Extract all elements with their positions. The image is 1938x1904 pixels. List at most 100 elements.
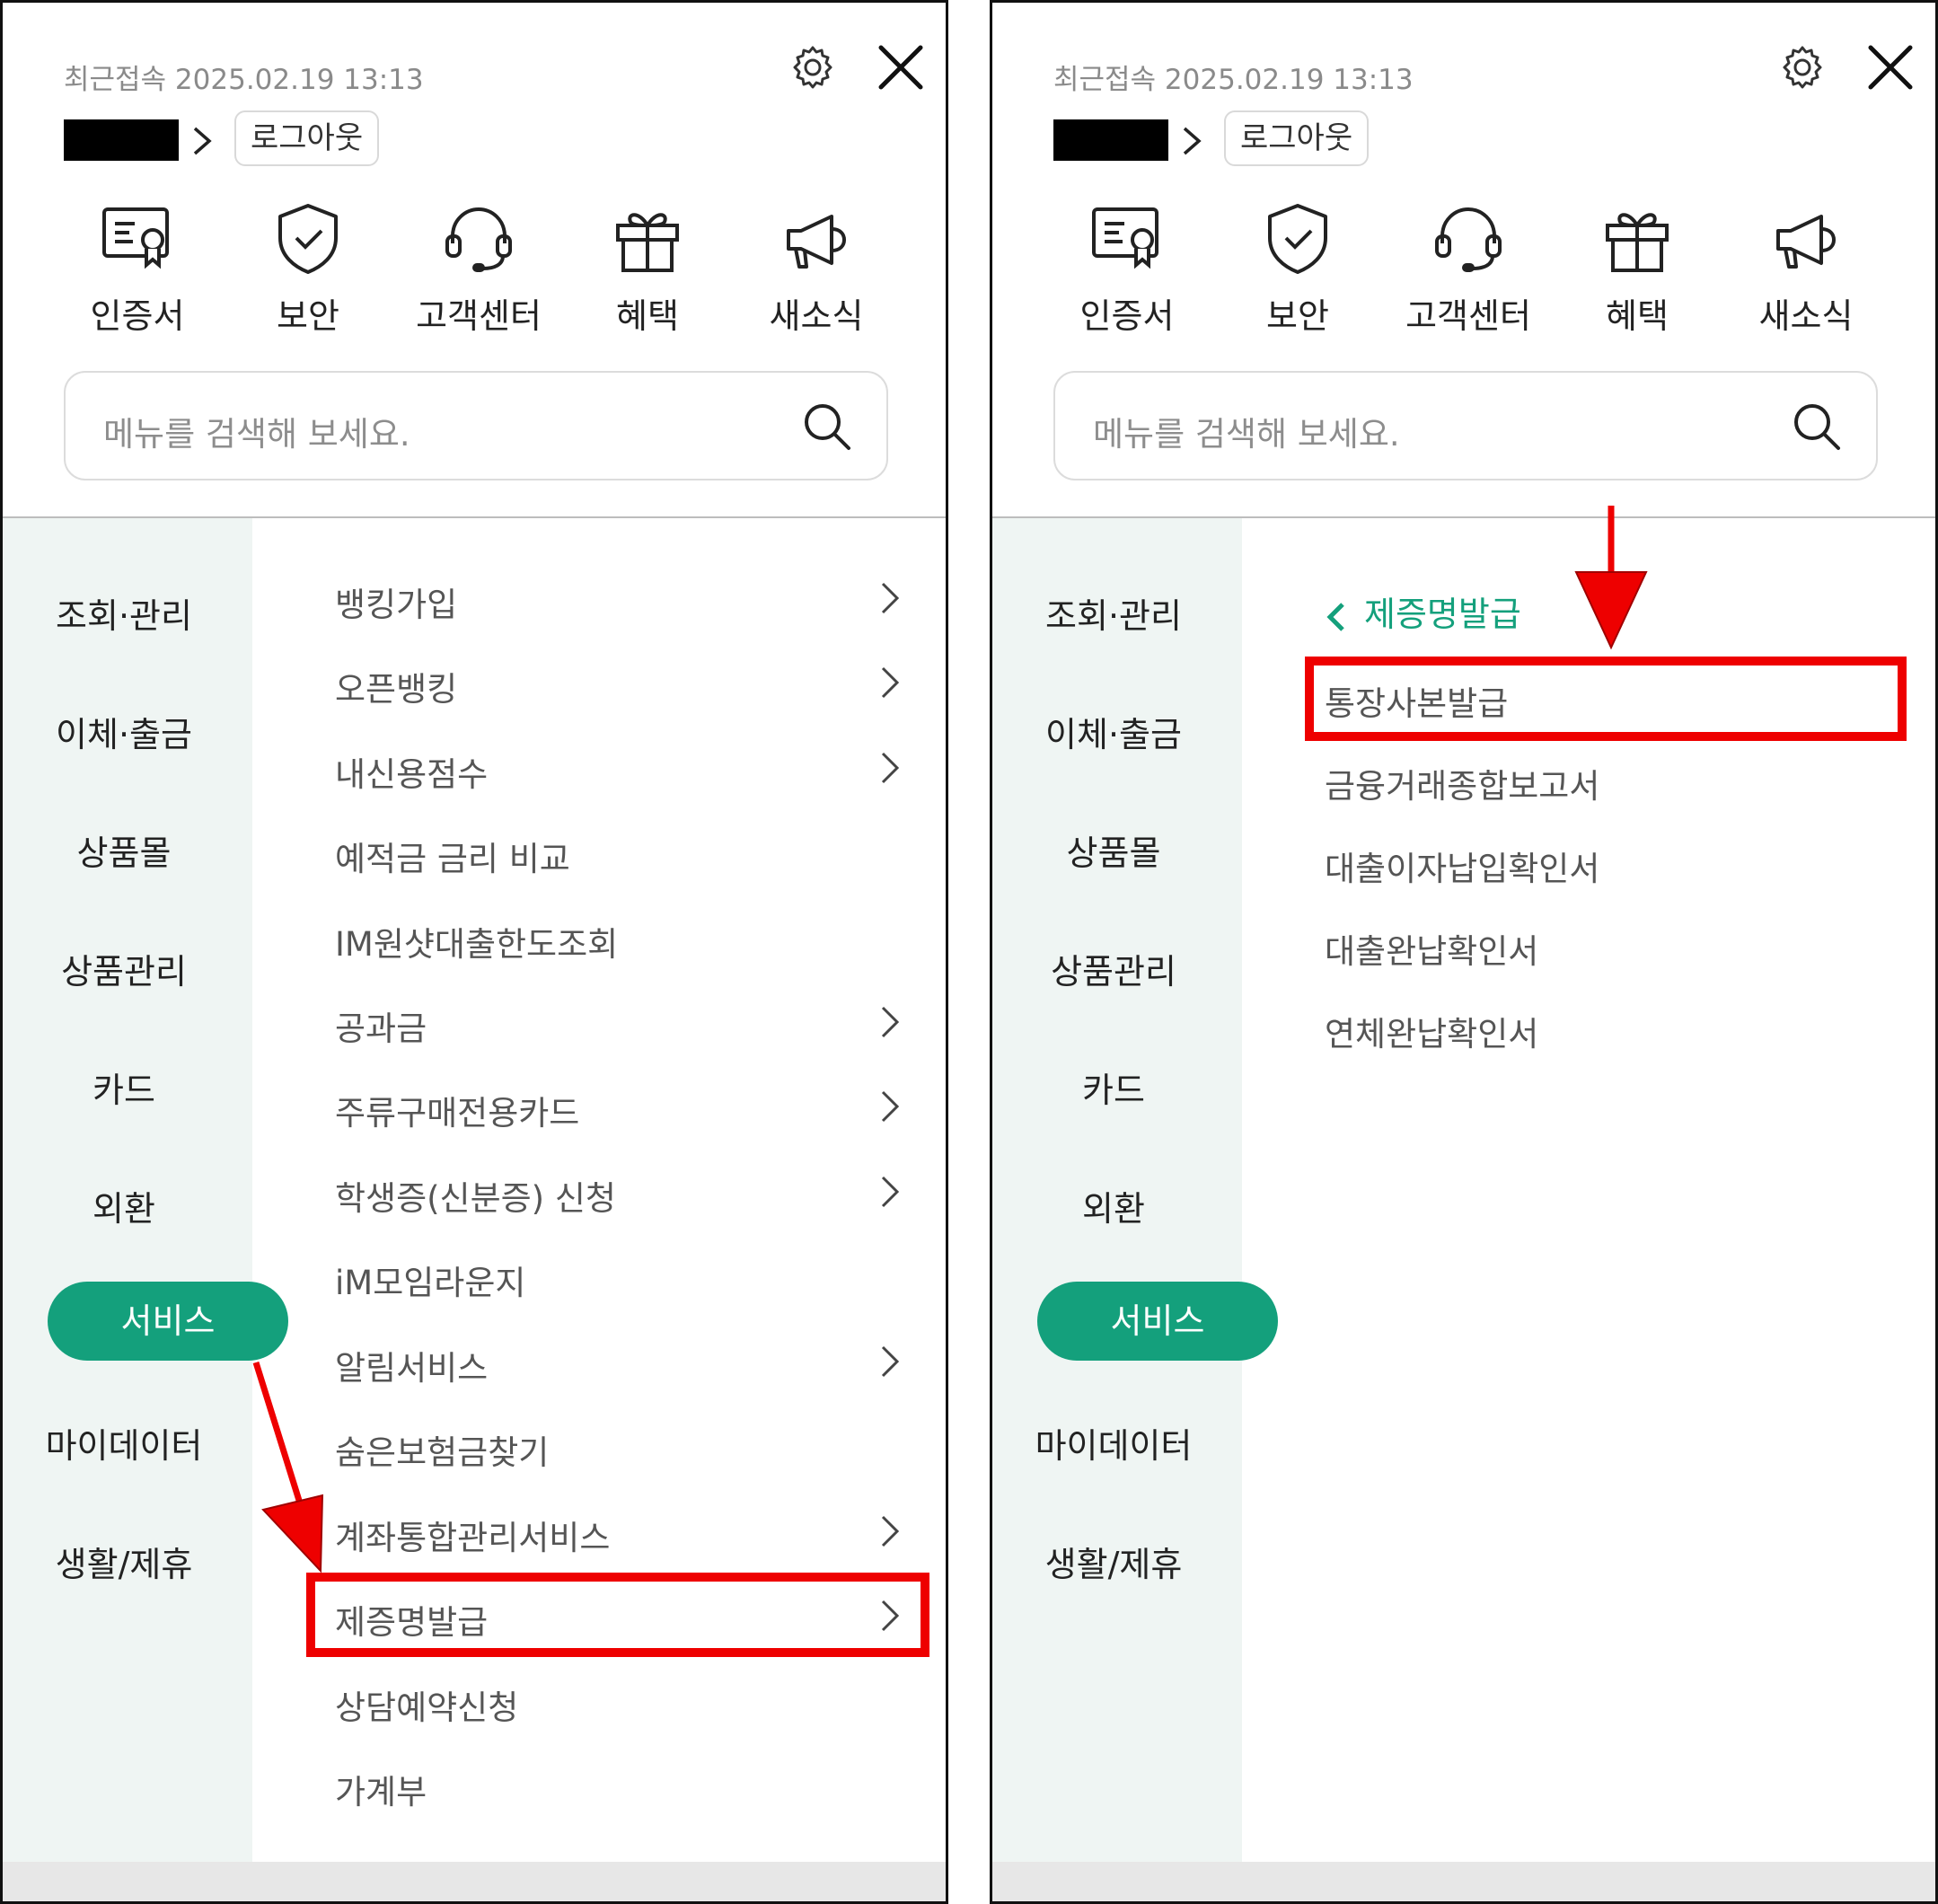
category-item[interactable]: 외환 — [3, 1181, 245, 1230]
certificate-icon — [102, 207, 169, 269]
gear-icon[interactable] — [1779, 44, 1826, 91]
submenu-item[interactable]: iM모임라운지 — [335, 1256, 525, 1304]
category-item[interactable]: 이체·출금 — [3, 707, 245, 756]
submenu-item[interactable]: IM원샷대출한도조회 — [335, 917, 618, 965]
shield-check-icon — [1268, 204, 1327, 274]
username-redacted — [64, 119, 179, 161]
red-arrow-icon — [252, 1361, 324, 1573]
headset-icon — [445, 207, 512, 272]
last-login-text: 최근접속 2025.02.19 13:13 — [1053, 64, 1414, 96]
category-item[interactable]: 상품관리 — [992, 944, 1235, 993]
quick-menu-customer-center[interactable]: 고객센터 — [1396, 200, 1540, 338]
quick-menu-label: 혜택 — [1606, 296, 1669, 336]
category-item[interactable]: 마이데이터 — [992, 1418, 1235, 1468]
chevron-right-icon[interactable] — [879, 1089, 901, 1124]
red-arrow-icon — [1574, 506, 1648, 650]
chevron-right-icon[interactable] — [879, 750, 901, 786]
gift-icon — [1606, 213, 1669, 272]
submenu-item[interactable]: 가계부 — [335, 1765, 427, 1813]
chevron-right-icon[interactable] — [1179, 123, 1204, 159]
quick-menu-news[interactable]: 새소식 — [1734, 200, 1878, 338]
category-item[interactable]: 카드 — [992, 1062, 1235, 1112]
certificate-item[interactable]: 연체완납확인서 — [1325, 1007, 1538, 1055]
megaphone-icon — [787, 215, 847, 269]
chevron-right-icon[interactable] — [879, 665, 901, 701]
category-item[interactable]: 조회·관리 — [992, 588, 1235, 638]
category-item[interactable]: 생활/제휴 — [992, 1537, 1235, 1586]
close-icon[interactable] — [876, 42, 926, 93]
category-item[interactable]: 상품몰 — [3, 825, 245, 875]
search-input[interactable]: 메뉴를 검색해 보세요. — [1053, 371, 1878, 480]
category-item-active[interactable]: 서비스 — [1037, 1282, 1278, 1361]
certificate-icon — [1092, 207, 1158, 269]
category-item[interactable]: 상품관리 — [3, 944, 245, 993]
megaphone-icon — [1776, 215, 1837, 269]
category-item[interactable]: 생활/제휴 — [3, 1537, 245, 1586]
category-item[interactable]: 카드 — [3, 1062, 245, 1112]
search-placeholder: 메뉴를 검색해 보세요. — [103, 415, 410, 454]
bottom-bar — [992, 1862, 1935, 1901]
submenu-item[interactable]: 예적금 금리 비교 — [335, 832, 570, 880]
submenu-item[interactable]: 공과금 — [335, 1001, 427, 1050]
submenu-item[interactable]: 알림서비스 — [335, 1341, 488, 1389]
category-item-active[interactable]: 서비스 — [48, 1282, 288, 1361]
submenu-item[interactable]: 숨은보험금찾기 — [335, 1425, 549, 1474]
certificate-item[interactable]: 대출완납확인서 — [1325, 924, 1538, 973]
chevron-right-icon[interactable] — [879, 580, 901, 616]
search-placeholder: 메뉴를 검색해 보세요. — [1093, 415, 1400, 454]
quick-menu-label: 고객센터 — [1405, 296, 1531, 336]
quick-menu-label: 새소식 — [1758, 296, 1854, 336]
quick-menu-certificate[interactable]: 인증서 — [66, 200, 209, 338]
quick-menu-benefits[interactable]: 혜택 — [1565, 200, 1709, 338]
quick-menu-label: 새소식 — [769, 296, 864, 336]
chevron-right-icon[interactable] — [879, 1004, 901, 1040]
submenu-item[interactable]: 계좌통합관리서비스 — [335, 1511, 610, 1559]
gift-icon — [616, 213, 679, 272]
quick-menu-label: 혜택 — [616, 296, 679, 336]
search-icon[interactable] — [800, 400, 854, 454]
menu-panel-right: 최근접속 2025.02.19 13:13 로그아웃 인증서 보안 고객센터 혜… — [990, 0, 1938, 1904]
certificate-item[interactable]: 금융거래종합보고서 — [1325, 759, 1599, 807]
category-item[interactable]: 외환 — [992, 1181, 1235, 1230]
category-item[interactable]: 마이데이터 — [3, 1418, 245, 1468]
chevron-left-icon — [1326, 602, 1344, 631]
search-icon[interactable] — [1790, 400, 1844, 454]
chevron-right-icon[interactable] — [879, 1344, 901, 1380]
submenu-item[interactable]: 뱅킹가입 — [335, 577, 457, 626]
quick-menu-customer-center[interactable]: 고객센터 — [407, 200, 551, 338]
category-item[interactable]: 상품몰 — [992, 825, 1235, 875]
back-button[interactable]: 제증명발급 — [1325, 586, 1521, 636]
submenu-item[interactable]: 오픈뱅킹 — [335, 662, 457, 710]
search-input[interactable]: 메뉴를 검색해 보세요. — [64, 371, 888, 480]
quick-menu-label: 인증서 — [1079, 296, 1175, 336]
quick-menu-benefits[interactable]: 혜택 — [576, 200, 719, 338]
last-login-text: 최근접속 2025.02.19 13:13 — [64, 64, 424, 96]
category-item[interactable]: 이체·출금 — [992, 707, 1235, 756]
gear-icon[interactable] — [789, 44, 836, 91]
highlight-box — [306, 1573, 929, 1657]
certificate-item[interactable]: 대출이자납입확인서 — [1325, 842, 1599, 890]
logout-button[interactable]: 로그아웃 — [1224, 110, 1370, 166]
bottom-bar — [3, 1862, 946, 1901]
highlight-box — [1305, 657, 1907, 741]
back-label: 제증명발급 — [1364, 595, 1521, 634]
shield-check-icon — [278, 204, 338, 274]
logout-button[interactable]: 로그아웃 — [234, 110, 380, 166]
submenu-item[interactable]: 내신용점수 — [335, 747, 488, 796]
submenu-item[interactable]: 상담예약신청 — [335, 1680, 518, 1729]
menu-panel-left: 최근접속 2025.02.19 13:13 로그아웃 인증서 보안 고객센터 혜… — [0, 0, 948, 1904]
close-icon[interactable] — [1865, 42, 1916, 93]
chevron-right-icon[interactable] — [879, 1513, 901, 1549]
quick-menu-news[interactable]: 새소식 — [744, 200, 888, 338]
quick-menu-security[interactable]: 보안 — [1226, 200, 1370, 338]
chevron-right-icon[interactable] — [879, 1174, 901, 1210]
submenu-item[interactable]: 학생증(신분증) 신청 — [335, 1171, 616, 1220]
submenu-item[interactable]: 주류구매전용카드 — [335, 1086, 579, 1134]
chevron-right-icon[interactable] — [189, 123, 215, 159]
quick-menu-label: 인증서 — [90, 296, 185, 336]
quick-menu-security[interactable]: 보안 — [236, 200, 380, 338]
quick-menu-label: 보안 — [1266, 296, 1329, 336]
category-item[interactable]: 조회·관리 — [3, 588, 245, 638]
quick-menu-label: 고객센터 — [416, 296, 542, 336]
quick-menu-certificate[interactable]: 인증서 — [1055, 200, 1199, 338]
